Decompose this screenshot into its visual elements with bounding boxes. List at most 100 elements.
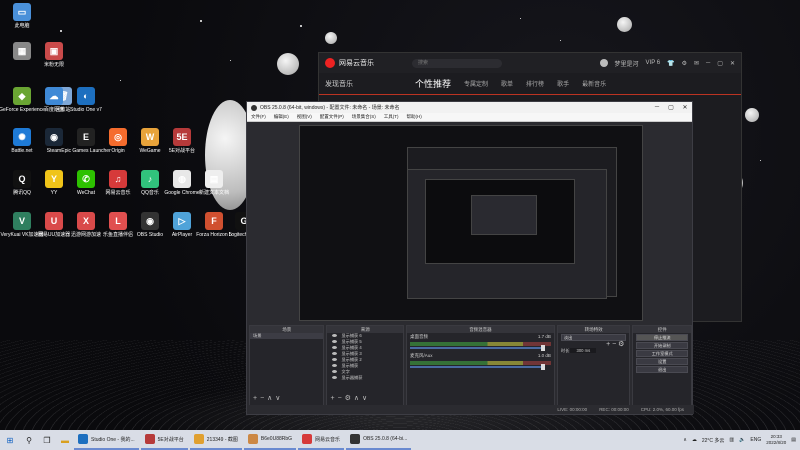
desktop-icon[interactable]: ◆ GeForce Experience — [0, 87, 45, 113]
search-icon[interactable]: ⚲ — [20, 430, 38, 450]
start-recording-button[interactable]: 开始录制 — [636, 342, 689, 349]
moon-decoration — [277, 53, 299, 75]
desktop-icon[interactable]: ♪ QQ音乐 — [132, 170, 168, 196]
taskbar-app[interactable]: B6e0U88RbG — [243, 430, 297, 450]
desktop-icon[interactable]: ▭ 此电脑 — [4, 3, 40, 29]
sources-toolbar[interactable]: +−⚙∧∨ — [330, 394, 370, 402]
weather-text[interactable]: 22°C 多云 — [702, 437, 725, 444]
language-indicator[interactable]: ENG — [750, 437, 761, 443]
desktop-icon-label: OBS Studio — [136, 232, 164, 238]
scenes-toolbar[interactable]: +−∧∨ — [253, 394, 283, 402]
eye-icon[interactable] — [332, 346, 338, 350]
eye-icon[interactable] — [332, 340, 338, 344]
taskbar-app[interactable]: 5E对战平台 — [140, 430, 188, 450]
exit-button[interactable]: 退出 — [636, 366, 689, 373]
start-button[interactable]: ⊞ — [0, 430, 20, 450]
menu-file[interactable]: 文件(F) — [251, 114, 266, 120]
taskbar-app[interactable]: Studio One - 我的... — [74, 430, 139, 450]
minimize-icon[interactable]: ─ — [706, 60, 710, 66]
scene-item[interactable]: 场景 — [250, 333, 324, 339]
desktop-icon[interactable]: ◎ Origin — [100, 128, 136, 154]
sidebar-item-discover[interactable]: 发现音乐 — [325, 79, 415, 89]
gear-icon[interactable]: ⚙ — [682, 60, 687, 67]
desktop-icon[interactable]: L 乐鱼直播伴侣 — [100, 212, 136, 238]
studio-mode-button[interactable]: 工作室模式 — [636, 350, 689, 357]
duration-input[interactable]: 300 ms — [570, 348, 597, 353]
desktop-icon[interactable]: ◉ OBS Studio — [132, 212, 168, 238]
eye-icon[interactable] — [332, 334, 338, 338]
desktop-icon[interactable]: ☁ 百度网盘 — [36, 87, 72, 113]
app-icon — [78, 434, 88, 444]
weather-icon[interactable]: ☁ — [692, 437, 697, 443]
source-item[interactable]: 显示器捕获 — [327, 375, 402, 381]
tab-new-music[interactable]: 最新音乐 — [582, 79, 606, 88]
mail-icon[interactable]: ✉ — [694, 60, 699, 67]
avatar[interactable] — [599, 59, 608, 67]
desktop-icon[interactable]: Y YY — [36, 170, 72, 196]
music-user-name[interactable]: 梦里是河 — [615, 59, 639, 68]
desktop-icon[interactable]: ✆ WeChat — [68, 170, 104, 196]
tab-artists[interactable]: 歌手 — [557, 79, 569, 88]
music-search-input[interactable]: 搜索 — [412, 58, 502, 68]
tray-chevron-icon[interactable]: ∧ — [683, 437, 687, 443]
eye-icon[interactable] — [332, 370, 338, 374]
menu-profile[interactable]: 配置文件(P) — [320, 114, 344, 120]
desktop-icon[interactable]: ▤ 新建文本文档 — [196, 170, 232, 196]
transition-select[interactable]: 淡出 — [560, 334, 627, 341]
obs-preview[interactable] — [299, 125, 643, 321]
desktop-icon[interactable]: U 网易UU加速器 — [36, 212, 72, 238]
close-icon[interactable]: ✕ — [730, 60, 735, 67]
tab-charts[interactable]: 排行榜 — [526, 79, 544, 88]
minimize-icon[interactable]: ─ — [650, 104, 664, 111]
menu-help[interactable]: 帮助(H) — [407, 114, 422, 120]
taskbar-app[interactable]: 213349 - 截图 — [189, 430, 242, 450]
music-titlebar[interactable]: 网易云音乐 搜索 梦里是河 VIP 6 👕 ⚙ ✉ ─ ▢ ✕ — [319, 53, 741, 73]
maximize-icon[interactable]: ▢ — [664, 104, 678, 111]
volume-icon[interactable]: 🔈 — [739, 437, 745, 443]
eye-icon[interactable] — [332, 376, 338, 380]
maximize-icon[interactable]: ▢ — [717, 60, 723, 67]
desktop-icon[interactable]: ♫ 网易云音乐 — [100, 170, 136, 196]
eye-icon[interactable] — [332, 358, 338, 362]
desktop-icon[interactable]: ▦ — [4, 42, 40, 62]
taskbar-app[interactable]: OBS 25.0.8 (64-bi... — [346, 430, 412, 450]
task-view-icon[interactable]: ❐ — [38, 430, 56, 450]
desktop-icon[interactable]: Q 腾讯QQ — [4, 170, 40, 196]
obs-window[interactable]: OBS 25.0.8 (64-bit, windows) - 配置文件: 未命名… — [246, 101, 694, 415]
eye-icon[interactable] — [332, 364, 338, 368]
menu-edit[interactable]: 编辑(E) — [274, 114, 289, 120]
clock[interactable]: 20:33 2022/8/20 — [766, 434, 786, 446]
live-timer: LIVE: 00:00:00 — [557, 407, 588, 412]
tab-personal[interactable]: 个性推荐 — [415, 77, 451, 90]
desktop-icon[interactable]: 5E 5E对战平台 — [164, 128, 200, 154]
desktop-volume-slider[interactable] — [409, 345, 545, 351]
network-icon[interactable]: ▥ — [729, 437, 734, 443]
obs-titlebar[interactable]: OBS 25.0.8 (64-bit, windows) - 配置文件: 未命名… — [247, 102, 692, 113]
close-icon[interactable]: ✕ — [678, 104, 692, 111]
rec-timer: REC: 00:00:00 — [599, 407, 629, 412]
menu-tools[interactable]: 工具(T) — [384, 114, 399, 120]
taskbar-app-label: 网易云音乐 — [315, 436, 341, 443]
desktop-icon[interactable]: ◍ Google Chrome — [164, 170, 200, 196]
desktop-icon[interactable]: V VeryKuai VK加速器 — [0, 212, 44, 238]
stop-streaming-button[interactable]: 停止推流 — [636, 334, 689, 341]
notification-icon[interactable]: ▤ — [791, 437, 796, 443]
file-explorer-icon[interactable]: ▬ — [56, 430, 74, 450]
tab-playlist[interactable]: 歌单 — [501, 79, 513, 88]
skin-icon[interactable]: 👕 — [667, 60, 674, 67]
desktop-icon[interactable]: ▣ 米粉无限 — [36, 42, 72, 68]
mic-volume-slider[interactable] — [409, 364, 545, 370]
tab-custom[interactable]: 专属定制 — [464, 79, 488, 88]
desktop-icon[interactable]: E Epic Games Launcher — [61, 128, 111, 154]
desktop-icon[interactable]: W WeGame — [132, 128, 168, 154]
app-icon: V — [13, 212, 31, 230]
eye-icon[interactable] — [332, 352, 338, 356]
desktop-icon[interactable]: ◐ Studio One v7 — [68, 87, 104, 113]
menu-scene-collection[interactable]: 场景集合(S) — [352, 114, 376, 120]
menu-view[interactable]: 视图(V) — [297, 114, 312, 120]
desktop-icon[interactable]: X 迅游网游加速 — [68, 212, 104, 238]
desktop-icon[interactable]: ▷ AirPlayer — [164, 212, 200, 238]
taskbar-app[interactable]: 网易云音乐 — [298, 430, 345, 450]
desktop-icon[interactable]: ✺ Battle.net — [4, 128, 40, 154]
settings-button[interactable]: 设置 — [636, 358, 689, 365]
